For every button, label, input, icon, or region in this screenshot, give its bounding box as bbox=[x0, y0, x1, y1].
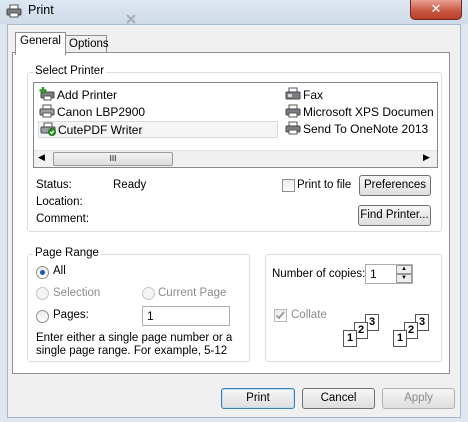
selection-label: Selection bbox=[53, 287, 101, 299]
stepper-down-icon[interactable]: ▼ bbox=[396, 274, 412, 283]
stepper-up-icon[interactable]: ▲ bbox=[396, 265, 412, 274]
printer-list-scrollbar[interactable]: ◀ III ▶ bbox=[34, 150, 437, 167]
window-title: Print bbox=[28, 3, 54, 17]
all-radio[interactable] bbox=[36, 266, 49, 279]
current-page-label: Current Page bbox=[158, 287, 227, 299]
fax-icon bbox=[285, 87, 301, 100]
collate-checkbox[interactable] bbox=[274, 309, 287, 322]
print-to-file-checkbox[interactable] bbox=[282, 179, 295, 192]
printer-icon bbox=[285, 121, 301, 135]
collate-illustration-2: 3 2 1 bbox=[393, 314, 433, 350]
default-printer-icon bbox=[40, 122, 56, 136]
status-label: Status: bbox=[36, 179, 72, 191]
collate-page: 1 bbox=[393, 330, 407, 347]
printer-name: CutePDF Writer bbox=[58, 123, 143, 137]
printer-icon bbox=[6, 4, 22, 18]
tab-general[interactable]: General bbox=[15, 32, 66, 55]
collate-page: 1 bbox=[343, 330, 357, 347]
cancel-button[interactable]: Cancel bbox=[302, 388, 375, 409]
comment-label: Comment: bbox=[36, 213, 90, 225]
scroll-right-arrow-icon[interactable]: ▶ bbox=[423, 152, 430, 163]
printer-name: Canon LBP2900 bbox=[57, 105, 146, 119]
print-button[interactable]: Print bbox=[221, 388, 295, 409]
select-printer-label: Select Printer bbox=[33, 65, 107, 77]
current-page-radio[interactable] bbox=[142, 287, 155, 300]
printer-item-cutepdf[interactable]: CutePDF Writer bbox=[38, 121, 278, 138]
close-button[interactable]: ✕ bbox=[410, 0, 462, 20]
pages-radio[interactable] bbox=[36, 310, 49, 323]
printer-item-canon[interactable]: Canon LBP2900 bbox=[39, 104, 145, 121]
apply-button[interactable]: Apply bbox=[382, 388, 455, 409]
page-range-help-text: Enter either a single page number or a s… bbox=[36, 332, 233, 357]
printer-item-add-printer[interactable]: Add Printer bbox=[39, 87, 117, 104]
pages-label: Pages: bbox=[53, 309, 89, 321]
printer-name: Microsoft XPS Documen bbox=[303, 105, 434, 119]
printer-item-xps[interactable]: Microsoft XPS Documen bbox=[285, 104, 434, 121]
printer-name: Send To OneNote 2013 bbox=[303, 122, 429, 136]
printer-name: Fax bbox=[303, 88, 324, 102]
printer-item-fax[interactable]: Fax bbox=[285, 87, 323, 104]
scroll-thumb[interactable]: III bbox=[53, 152, 173, 166]
selection-radio[interactable] bbox=[36, 287, 49, 300]
checkmark-icon bbox=[275, 311, 285, 320]
title-bar bbox=[0, 0, 468, 24]
all-label: All bbox=[53, 265, 66, 277]
collate-illustration-1: 3 2 1 bbox=[343, 314, 383, 350]
find-printer-button[interactable]: Find Printer... bbox=[358, 205, 431, 226]
printer-icon bbox=[285, 104, 301, 118]
status-value: Ready bbox=[113, 179, 147, 191]
page-range-label: Page Range bbox=[33, 247, 101, 259]
pages-input[interactable]: 1 bbox=[142, 306, 230, 326]
copies-stepper[interactable]: ▲ ▼ bbox=[396, 265, 412, 283]
printer-icon bbox=[39, 104, 55, 118]
collate-label: Collate bbox=[291, 309, 327, 321]
add-printer-icon bbox=[39, 87, 55, 101]
printer-list[interactable]: Add Printer Canon LBP2900 CutePDF Writer… bbox=[33, 82, 438, 168]
location-label: Location: bbox=[36, 196, 83, 208]
printer-name: Add Printer bbox=[57, 88, 118, 102]
preferences-button[interactable]: Preferences bbox=[359, 175, 431, 196]
print-to-file-label: Print to file bbox=[297, 179, 352, 191]
printer-item-onenote[interactable]: Send To OneNote 2013 bbox=[285, 121, 428, 138]
number-of-copies-label: Number of copies: bbox=[272, 268, 366, 280]
scroll-left-arrow-icon[interactable]: ◀ bbox=[38, 152, 45, 163]
